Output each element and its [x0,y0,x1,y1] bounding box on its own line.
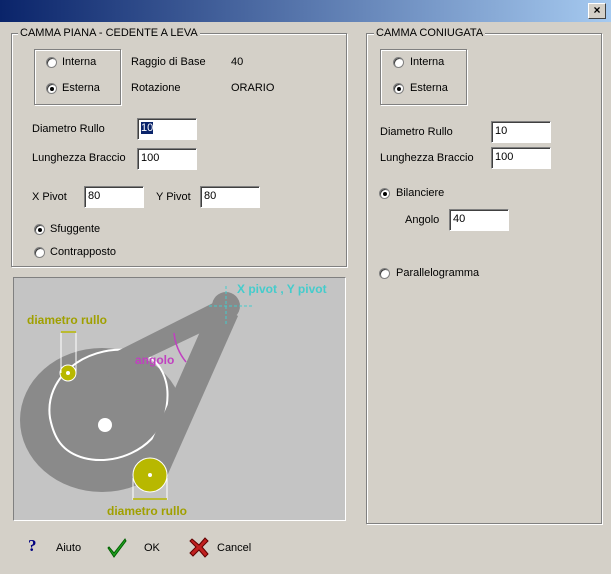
cancel-label: Cancel [217,542,252,554]
xpivot-label: X Pivot [32,191,67,203]
radio-parallelogramma[interactable] [379,268,390,279]
diametro-value: 10 [141,122,154,134]
help-icon: ? [28,536,37,555]
check-icon [107,538,127,558]
cam-center-hole [98,418,112,432]
angolo-label: Angolo [405,214,440,226]
xpivot-field[interactable]: 80 [84,186,144,208]
pivot-label: X pivot , Y pivot [237,282,327,296]
cross-icon [189,537,209,558]
rotazione-value: ORARIO [231,82,275,94]
cam-flat-group-title: CAMMA PIANA - CEDENTE A LEVA [18,27,200,39]
label-contrapposto: Contrapposto [50,246,117,258]
right-diametro-label: Diametro Rullo [380,126,453,138]
rotazione-label: Rotazione [131,82,181,94]
label-bilanciere: Bilanciere [396,187,445,199]
help-label: Aiuto [56,542,82,554]
radio-contrapposto[interactable] [34,247,45,258]
diametro-field[interactable]: 10 [137,118,197,140]
ok-label: OK [144,542,160,554]
radio-bilanciere[interactable] [379,188,390,199]
cancel-button[interactable]: Cancel [186,536,266,560]
help-button[interactable]: ? Aiuto [24,536,94,560]
label-sfuggente: Sfuggente [50,223,101,235]
raggio-value: 40 [231,56,244,68]
ypivot-field[interactable]: 80 [200,186,260,208]
cam-conjugate-group-title: CAMMA CONIUGATA [374,27,486,39]
roller-top-label: diametro rullo [27,313,108,327]
angolo-field[interactable]: 40 [449,209,509,231]
right-lunghezza-field[interactable]: 100 [491,147,551,169]
top-roller-center [66,371,70,375]
ok-button[interactable]: OK [104,536,174,560]
lunghezza-field[interactable]: 100 [137,148,197,170]
radio-sfuggente[interactable] [34,224,45,235]
left-radio-interna[interactable] [46,57,57,68]
right-label-esterna: Esterna [410,82,448,94]
close-button[interactable]: × [588,3,606,19]
left-radio-esterna[interactable] [46,83,57,94]
angle-label: angolo [135,353,175,367]
title-bar [0,0,611,22]
right-radio-esterna[interactable] [393,83,404,94]
right-lunghezza-label: Lunghezza Braccio [380,152,474,164]
roller-bottom-label: diametro rullo [107,504,188,518]
right-label-interna: Interna [410,56,445,68]
cam-diagram: X pivot , Y pivot angolo diametro rullo … [13,277,346,521]
ypivot-label: Y Pivot [156,191,191,203]
left-label-esterna: Esterna [62,82,100,94]
right-diametro-field[interactable]: 10 [491,121,551,143]
bottom-roller-center [148,473,152,477]
lunghezza-label: Lunghezza Braccio [32,152,126,164]
left-label-interna: Interna [62,56,97,68]
right-radio-interna[interactable] [393,57,404,68]
label-parallelogramma: Parallelogramma [396,267,480,279]
diametro-label: Diametro Rullo [32,123,105,135]
raggio-label: Raggio di Base [131,56,206,68]
